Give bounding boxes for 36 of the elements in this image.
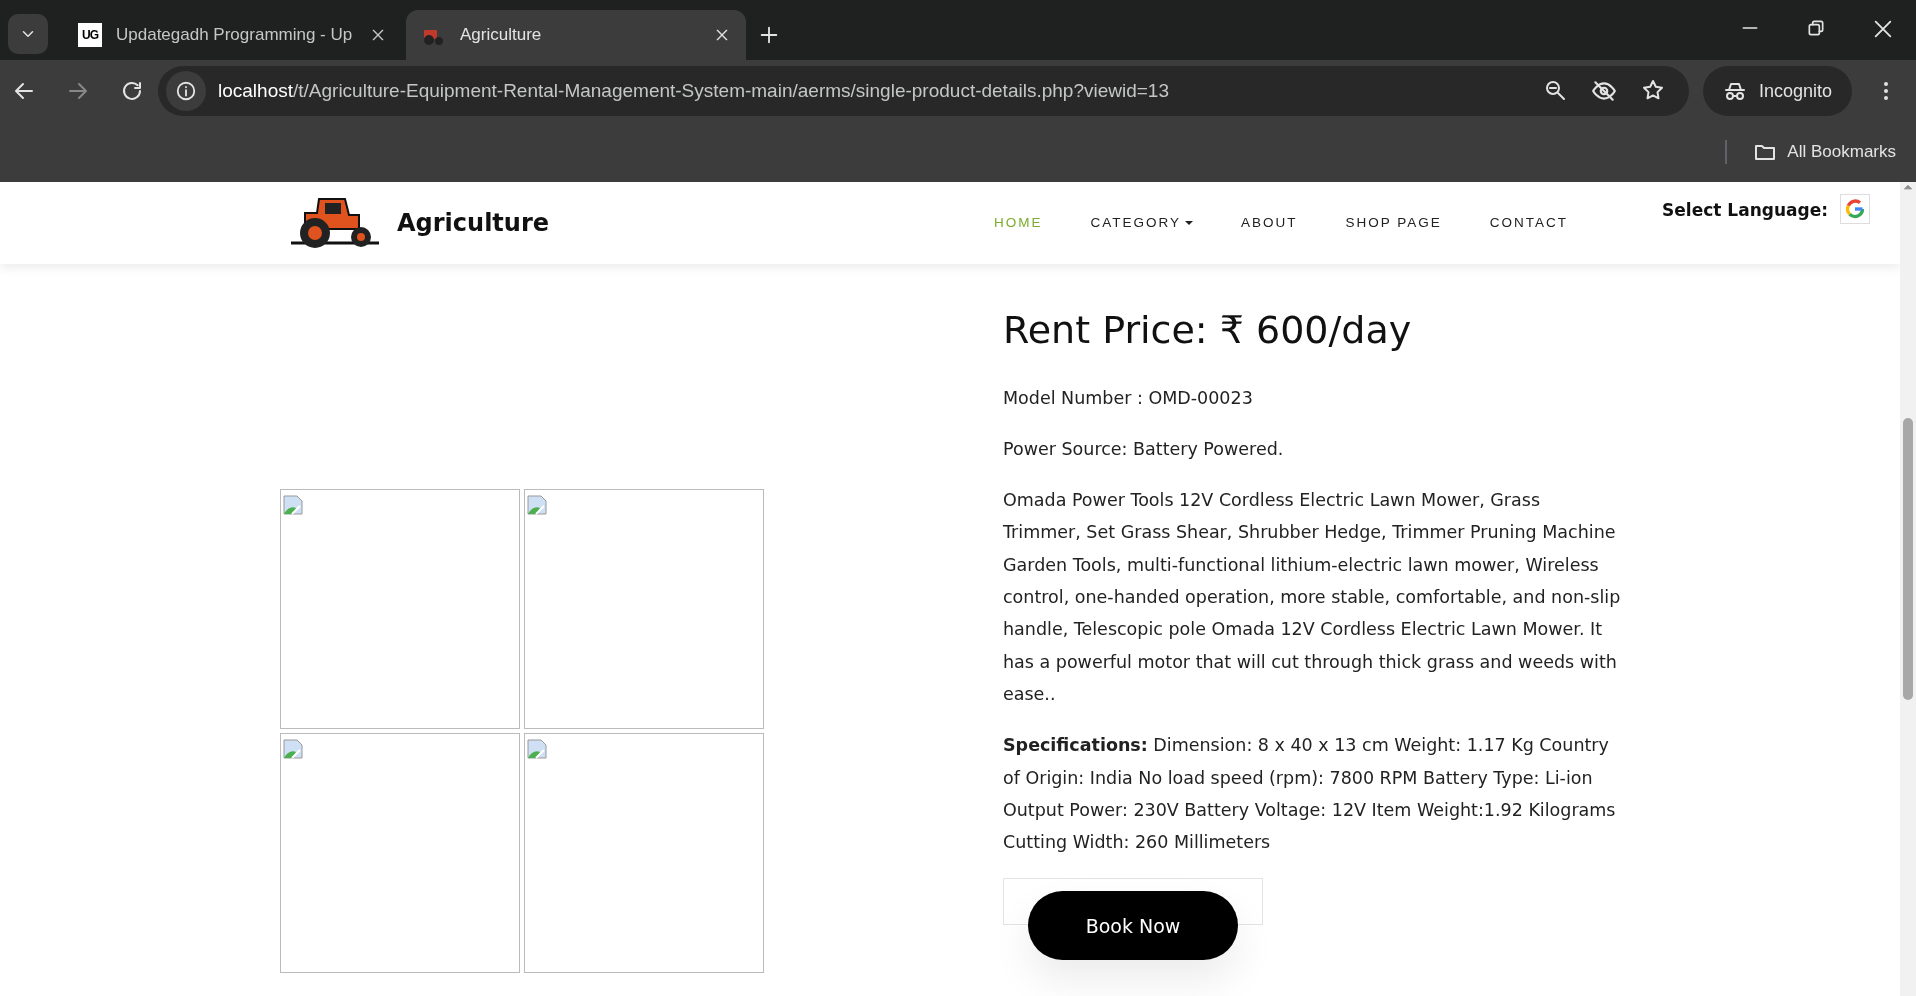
description-text: Omada Power Tools 12V Cordless Electric Lawn Mower, Grass Trimmer, Set Grass Shear, Shrubber Hedge, Trimmer Pruning Machine Garden Tools, multi-functional lithium-electric lawn mower, Wireless control, one-handed operation, more stable, comfortable, and non-slip handle, Telescopic pole Omada 12V Cordless Electric Lawn Mower. It has a powerful motor that will cut through thick grass and weeds with ease.. xyxy=(1003,489,1622,706)
url-text: localhost/t/Agriculture-Equipment-Rental-Management-System-main/aerms/single-product-details.php?viewid=13 xyxy=(218,78,1169,103)
language-selector[interactable] xyxy=(1840,194,1870,224)
profile-button[interactable]: Incognito xyxy=(1702,66,1852,116)
power-source-text: Power Source: Battery Powered. xyxy=(1003,437,1285,461)
browser-tab[interactable]: UG Updategadh Programming - Up xyxy=(62,10,402,60)
address-bar[interactable]: localhost/t/Agriculture-Equipment-Rental-Management-System-main/aerms/single-product-details.php?viewid=13 xyxy=(158,66,1689,116)
star-icon[interactable] xyxy=(1640,78,1665,102)
broken-image-icon xyxy=(527,494,547,515)
brand-name[interactable]: Agriculture xyxy=(397,205,550,241)
eye-slash-icon[interactable] xyxy=(1590,78,1617,104)
scrollbar-thumb[interactable] xyxy=(1903,418,1913,700)
nav-link[interactable]: CONTACT xyxy=(1465,212,1593,234)
broken-image-icon xyxy=(527,738,547,759)
nav-link[interactable]: SHOP PAGE xyxy=(1321,212,1466,234)
price-heading: Rent Price: ₹ 600/day xyxy=(1003,308,1413,354)
book-now-button[interactable]: Book Now xyxy=(1028,891,1238,961)
close-icon[interactable] xyxy=(1872,18,1894,40)
restore-icon[interactable] xyxy=(1806,18,1826,38)
plus-icon[interactable] xyxy=(758,24,780,46)
broken-image-icon xyxy=(283,494,303,515)
favicon: UG xyxy=(78,23,102,47)
tab-title: Updategadh Programming - Up xyxy=(116,24,354,47)
nav-link[interactable]: ABOUT xyxy=(1217,212,1322,234)
model-number-text: Model Number : OMD-00023 xyxy=(1003,386,1254,410)
nav-link[interactable]: CATEGORY xyxy=(1066,212,1218,234)
broken-image-icon xyxy=(283,738,303,759)
close-icon[interactable] xyxy=(370,27,386,43)
close-icon[interactable] xyxy=(714,27,730,43)
tab-title: Agriculture xyxy=(460,24,543,47)
reload-icon[interactable] xyxy=(120,79,144,103)
bookmarks-button[interactable]: All Bookmarks xyxy=(1753,139,1896,165)
language-label: Select Language: xyxy=(1662,199,1828,222)
browser-tab[interactable]: Agriculture xyxy=(406,10,746,60)
info-icon[interactable] xyxy=(175,80,197,102)
specifications-text: Specifications: Dimension: 8 x 40 x 13 cm Weight: 1.17 Kg Country of Origin: India No load speed (rpm): 7800 RPM Battery Type: Li-ion Output Power: 230V Battery Voltage: 12V Item Weight:1.92 Kilograms Cutting Width: 260 Millimeters xyxy=(1003,734,1617,855)
